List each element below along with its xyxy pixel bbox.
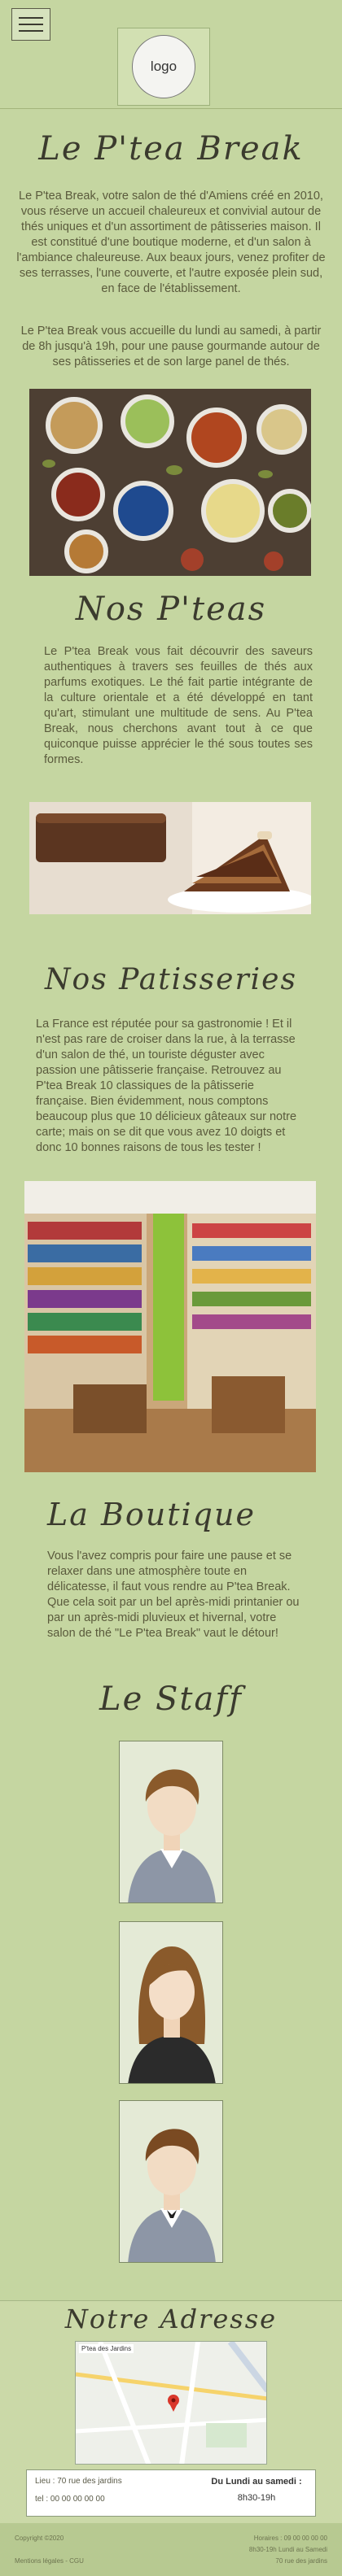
tea-cups-image — [29, 389, 311, 576]
footer-hours-2: 8h30-19h Lundi au Samedi — [248, 2546, 327, 2553]
footer-address: 70 rue des jardins — [275, 2557, 327, 2565]
footer: Copyright ©2020 Mentions légales - CGU H… — [0, 2523, 342, 2576]
address-title: Notre Adresse — [64, 2304, 278, 2334]
staff-title: Le Staff — [99, 1680, 243, 1718]
page-title: Le P'tea Break — [38, 130, 304, 168]
logo[interactable]: logo — [132, 35, 195, 98]
intro-paragraph-1: Le P'tea Break, votre salon de thé d'Ami… — [16, 190, 326, 295]
shop-text: Vous l'avez compris pour faire une pause… — [47, 1550, 300, 1640]
hamburger-menu-icon[interactable] — [11, 8, 50, 41]
footer-hours-1: Horaires : 09 00 00 00 00 — [253, 2535, 327, 2542]
legal-links[interactable]: Mentions légales - CGU — [15, 2557, 84, 2565]
intro-paragraph-2: Le P'tea Break vous accueille du lundi a… — [20, 325, 322, 368]
shop-image — [24, 1181, 316, 1472]
teas-text: Le P'tea Break vous fait découvrir des s… — [44, 645, 313, 766]
pastries-title: Nos Patisseries — [45, 963, 297, 996]
cake-image — [29, 802, 311, 914]
logo-container[interactable]: logo — [117, 28, 210, 106]
contact-address: Lieu : 70 rue des jardins — [35, 2477, 122, 2486]
staff-member-2 — [119, 1921, 223, 2084]
copyright: Copyright ©2020 — [15, 2535, 64, 2542]
shop-title: La Boutique — [47, 1497, 256, 1532]
teas-title: Nos P'teas — [75, 591, 267, 628]
contact-info-box: Lieu : 70 rue des jardins tel : 00 00 00… — [26, 2469, 316, 2517]
header: logo — [0, 0, 342, 109]
pastries-text: La France est réputée pour sa gastronomi… — [36, 1018, 297, 1154]
contact-phone: tel : 00 00 00 00 00 — [35, 2495, 105, 2504]
page: logo Le P'tea Break Le P'tea Break, votr… — [0, 0, 342, 2576]
hours-value: 8h30-19h — [237, 2493, 276, 2503]
staff-member-1 — [119, 1741, 223, 1903]
hours-title: Du Lundi au samedi : — [211, 2477, 302, 2487]
map-place-label: P'tea des Jardins — [79, 2344, 134, 2353]
staff-member-3 — [119, 2100, 223, 2263]
map[interactable]: P'tea des Jardins — [75, 2341, 267, 2465]
